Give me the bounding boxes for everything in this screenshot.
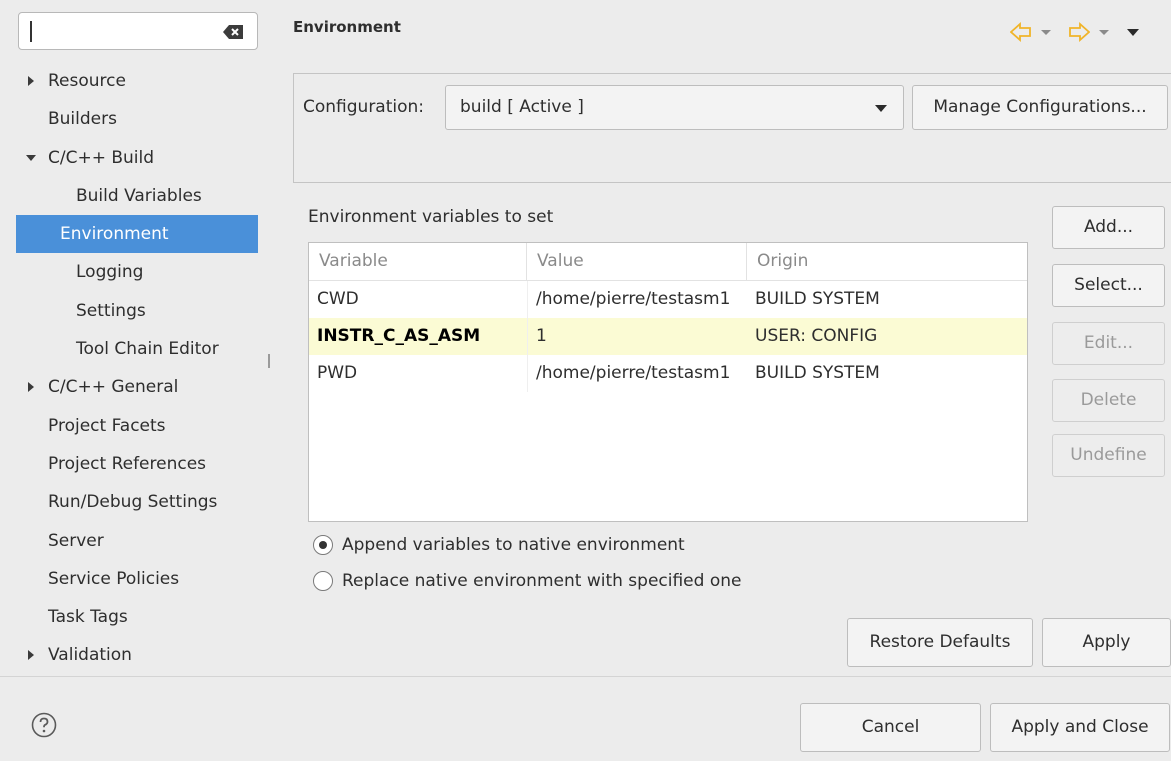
tree-item[interactable]: C/C++ General: [0, 368, 268, 406]
preferences-tree: Resource Builders C/C++ Build Build Variabl…: [0, 62, 268, 675]
apply-button[interactable]: Apply: [1042, 618, 1171, 667]
expanded-chevron-icon[interactable]: [26, 153, 36, 163]
append-environment-label: Append variables to native environment: [342, 535, 685, 555]
tree-item-label: Environment: [60, 224, 169, 245]
cell-value: /home/pierre/testasm1: [527, 355, 747, 392]
delete-button[interactable]: Delete: [1052, 379, 1165, 422]
cell-origin: BUILD SYSTEM: [755, 289, 880, 309]
cell-variable: CWD: [317, 289, 359, 309]
tree-item[interactable]: Task Tags: [0, 598, 268, 636]
cell-origin: BUILD SYSTEM: [755, 363, 880, 383]
tree-item[interactable]: Builders: [0, 100, 268, 138]
table-row[interactable]: CWD/home/pierre/testasm1 BUILD SYSTEM: [309, 281, 1027, 318]
tree-item[interactable]: Settings: [0, 292, 268, 330]
tree-item-label: Build Variables: [76, 185, 202, 206]
column-header-value[interactable]: Value: [527, 243, 747, 280]
tree-item[interactable]: Run/Debug Settings: [0, 483, 268, 521]
restore-defaults-button[interactable]: Restore Defaults: [847, 618, 1033, 667]
tree-item-label: Builders: [48, 109, 117, 130]
tree-item-label: Tool Chain Editor: [76, 339, 219, 360]
tree-item-label: Project References: [48, 453, 207, 474]
tree-item[interactable]: C/C++ Build: [0, 139, 268, 177]
apply-and-close-button[interactable]: Apply and Close: [990, 703, 1170, 752]
back-arrow-icon[interactable]: [1010, 22, 1032, 42]
tree-item[interactable]: Environment: [16, 215, 258, 254]
table-header: Variable Value Origin: [309, 243, 1027, 281]
tree-item-label: Resource: [48, 71, 126, 91]
tree-item-label: Server: [48, 530, 104, 551]
footer-divider: [0, 676, 1171, 677]
tree-item[interactable]: Build Variables: [0, 177, 268, 215]
tree-item-label: Run/Debug Settings: [48, 492, 218, 513]
table-row[interactable]: PWD/home/pierre/testasm1 BUILD SYSTEM: [309, 355, 1027, 392]
tree-item[interactable]: Project References: [0, 445, 268, 483]
splitter-handle[interactable]: [268, 354, 270, 368]
cell-variable: PWD: [317, 363, 358, 383]
forward-arrow-icon[interactable]: [1068, 22, 1090, 42]
undefine-button[interactable]: Undefine: [1052, 434, 1165, 477]
tree-item[interactable]: Resource: [0, 62, 268, 100]
filter-input[interactable]: [18, 12, 258, 50]
forward-menu-chevron-icon[interactable]: [1098, 22, 1110, 42]
tree-item[interactable]: Project Facets: [0, 407, 268, 445]
add-button[interactable]: Add...: [1052, 206, 1165, 249]
tree-item[interactable]: Tool Chain Editor: [0, 330, 268, 368]
preferences-navigation: Resource Builders C/C++ Build Build Variabl…: [0, 0, 268, 676]
manage-configurations-button[interactable]: Manage Configurations...: [912, 85, 1168, 130]
history-navigation: [1010, 22, 1160, 44]
configuration-select[interactable]: build [ Active ]: [445, 85, 904, 130]
select-button[interactable]: Select...: [1052, 264, 1165, 307]
configuration-label: Configuration:: [303, 97, 425, 117]
tree-item-label: Task Tags: [48, 607, 128, 628]
help-icon[interactable]: [31, 712, 57, 738]
tree-item-label: Settings: [76, 300, 146, 321]
replace-environment-label: Replace native environment with specifie…: [342, 571, 742, 591]
view-menu-icon[interactable]: [1126, 22, 1140, 42]
tree-item-label: Project Facets: [48, 415, 166, 436]
cancel-button[interactable]: Cancel: [800, 703, 981, 752]
cell-origin: USER: CONFIG: [755, 326, 878, 346]
page-title: Environment: [293, 18, 401, 36]
env-section-label: Environment variables to set: [308, 207, 554, 227]
radio-circle: [313, 535, 333, 555]
cell-value: /home/pierre/testasm1: [527, 281, 747, 318]
tree-item-label: Logging: [76, 262, 144, 283]
back-menu-chevron-icon[interactable]: [1040, 22, 1052, 42]
tree-item-label: C/C++ Build: [48, 147, 155, 168]
cell-variable: INSTR_C_AS_ASM: [317, 326, 481, 346]
collapsed-chevron-icon[interactable]: [26, 650, 36, 661]
radio-circle: [313, 571, 333, 591]
tree-item-label: Service Policies: [48, 568, 180, 589]
radio-dot: [319, 541, 327, 549]
column-header-origin[interactable]: Origin: [747, 243, 1027, 280]
collapsed-chevron-icon[interactable]: [26, 76, 36, 86]
tree-item[interactable]: Validation: [0, 636, 268, 674]
tree-item[interactable]: Service Policies: [0, 560, 268, 598]
env-variables-table[interactable]: Variable Value Origin CWD/home/pierre/te…: [308, 242, 1028, 522]
tree-item[interactable]: Logging: [0, 253, 268, 291]
collapsed-chevron-icon[interactable]: [26, 382, 36, 393]
chevron-down-icon: [875, 105, 887, 112]
clear-filter-icon[interactable]: [223, 25, 243, 39]
tree-item-label: Validation: [48, 645, 132, 666]
column-header-variable[interactable]: Variable: [309, 243, 527, 280]
tree-item-label: C/C++ General: [48, 377, 179, 398]
table-row[interactable]: INSTR_C_AS_ASM 1 USER: CONFIG: [309, 318, 1027, 355]
text-cursor: [30, 21, 32, 42]
tree-item[interactable]: Server: [0, 522, 268, 560]
configuration-value: build [ Active ]: [460, 97, 584, 117]
cell-value: 1: [527, 318, 747, 355]
edit-button[interactable]: Edit...: [1052, 322, 1165, 365]
